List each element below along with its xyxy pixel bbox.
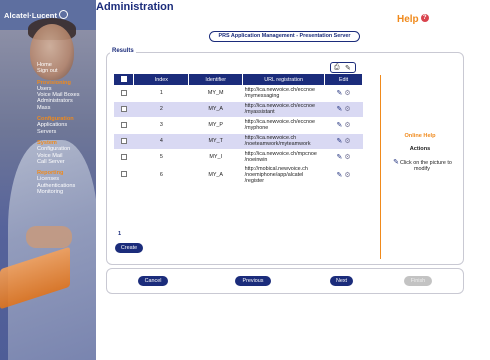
row-checkbox[interactable]: [120, 137, 127, 144]
edit-icon[interactable]: ✎: [336, 171, 342, 179]
row-checkbox[interactable]: [120, 121, 127, 128]
row-identifier: MY_I: [188, 149, 243, 166]
online-help-title: Online Help: [404, 133, 436, 139]
results-label: Results: [110, 48, 136, 54]
row-checkbox[interactable]: [120, 171, 127, 178]
photo-hand: [26, 226, 72, 248]
column-header-url: URL registration: [242, 74, 326, 85]
row-url: http://mobical.newvoice.ch/noemiphone/ap…: [242, 165, 325, 185]
edit-icon: ✎: [393, 159, 400, 166]
edit-icon[interactable]: ✎: [336, 105, 342, 113]
row-index: 3: [133, 117, 189, 134]
row-url: http://ica.newvoice.ch/eccnoe/myassistan…: [242, 101, 325, 118]
table-row: 6 MY_A http://mobical.newvoice.ch/noemip…: [114, 165, 363, 185]
column-header-edit: Edit: [324, 74, 363, 85]
table-header-row: Index Identifier URL registration Edit: [114, 74, 363, 85]
cancel-button[interactable]: Cancel: [138, 276, 168, 286]
row-url: http://ica.newvoice.ch/eccnoe/mymessagin…: [242, 85, 325, 102]
online-help-actions: Actions: [409, 146, 431, 152]
help-divider: [380, 75, 381, 259]
row-identifier: MY_A: [188, 101, 243, 118]
brand-logo: Alcatel·Lucent: [4, 10, 69, 20]
print-icon[interactable]: ⎙: [334, 64, 340, 72]
properties-icon[interactable]: ⚙: [344, 89, 350, 97]
side-nav: Home Sign out Provisioning Users Voice M…: [37, 62, 95, 195]
row-checkbox[interactable]: [120, 89, 127, 96]
brand-text: Alcatel·Lucent: [4, 11, 58, 20]
properties-icon[interactable]: ⚙: [344, 121, 350, 129]
create-button[interactable]: Create: [115, 243, 143, 253]
row-checkbox[interactable]: [120, 105, 127, 112]
properties-icon[interactable]: ⚙: [344, 171, 350, 179]
pagination-page[interactable]: 1: [118, 231, 121, 237]
table-row: 5 MY_I http://ica.newvoice.ch/mpcnoe/noe…: [114, 149, 363, 166]
column-header-index: Index: [133, 74, 190, 85]
previous-button[interactable]: Previous: [235, 276, 271, 286]
subtitle-pill: PRS Application Management - Presentatio…: [209, 31, 360, 42]
next-button[interactable]: Next: [330, 276, 353, 286]
column-header-identifier: Identifier: [188, 74, 244, 85]
table-row: 4 MY_T http://ica.newvoice.ch/noeteamwor…: [114, 133, 363, 150]
help-link[interactable]: Help?: [397, 14, 429, 25]
edit-icon[interactable]: ✎: [336, 121, 342, 129]
properties-icon[interactable]: ⚙: [344, 137, 350, 145]
row-url: http://ica.newvoice.ch/eccnoe/myphone: [242, 117, 325, 134]
logo-mark-icon: [59, 10, 69, 19]
row-identifier: MY_A: [188, 165, 243, 185]
row-url: http://ica.newvoice.ch/mpcnoe/noeinwin: [242, 149, 325, 166]
properties-icon[interactable]: ⚙: [344, 153, 350, 161]
sidebar: Alcatel·Lucent Home Sign out Provisionin…: [0, 0, 96, 360]
table-row: 2 MY_A http://ica.newvoice.ch/eccnoe/mya…: [114, 101, 363, 118]
finish-button[interactable]: Finish: [404, 276, 432, 286]
table-toolbar: ⎙ ✎: [330, 62, 356, 73]
row-checkbox[interactable]: [120, 153, 127, 160]
select-all-checkbox[interactable]: [120, 76, 127, 83]
edit-icon[interactable]: ✎: [336, 89, 342, 97]
row-index: 6: [133, 165, 189, 185]
row-identifier: MY_M: [188, 85, 243, 102]
row-index: 5: [133, 149, 189, 166]
row-index: 1: [133, 85, 189, 102]
edit-icon[interactable]: ✎: [336, 137, 342, 145]
row-identifier: MY_T: [188, 133, 243, 150]
edit-icon[interactable]: ✎: [336, 153, 342, 161]
select-all-header: [114, 74, 135, 85]
row-index: 2: [133, 101, 189, 118]
results-table: Index Identifier URL registration Edit 1…: [114, 74, 363, 185]
help-label: Help: [397, 14, 419, 25]
properties-icon[interactable]: ⚙: [344, 105, 350, 113]
row-url: http://ica.newvoice.ch/noeteamwork/mytea…: [242, 133, 325, 150]
nav-monitoring[interactable]: Monitoring: [37, 189, 95, 195]
table-row: 3 MY_P http://ica.newvoice.ch/eccnoe/myp…: [114, 117, 363, 134]
page-title: Administration: [96, 1, 174, 13]
row-index: 4: [133, 133, 189, 150]
help-icon[interactable]: ?: [420, 14, 429, 22]
online-help-text: ✎Click on the picture to modify: [393, 159, 452, 173]
table-row: 1 MY_M http://ica.newvoice.ch/eccnoe/mym…: [114, 85, 363, 102]
row-identifier: MY_P: [188, 117, 243, 134]
export-icon[interactable]: ✎: [345, 64, 351, 72]
